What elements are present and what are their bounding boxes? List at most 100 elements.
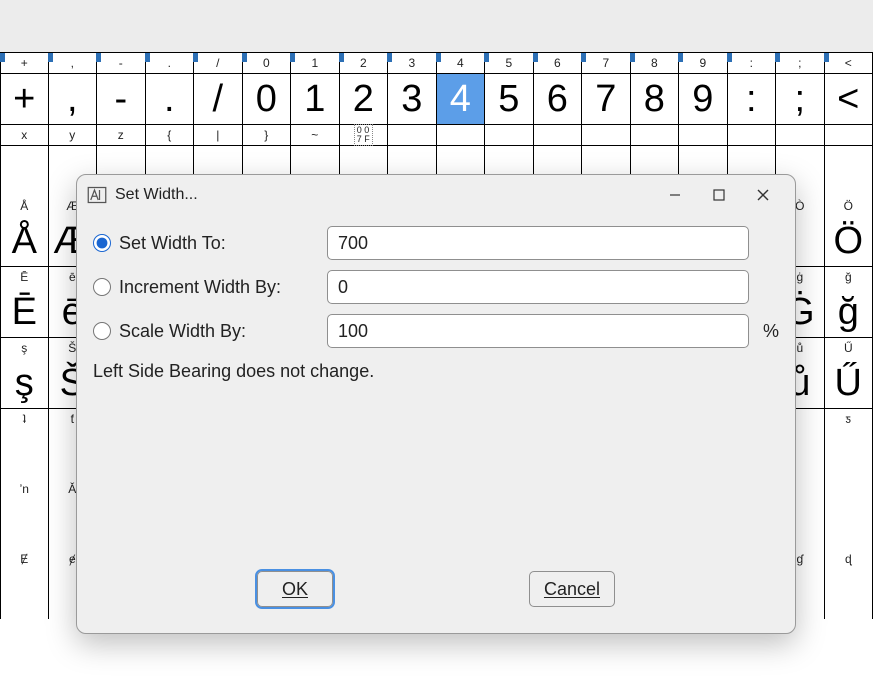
glyph-cell[interactable]: 8 [631,74,680,124]
glyph-cell[interactable]: 9 [679,74,728,124]
glyph-cell[interactable]: / [194,74,243,124]
glyph-cell[interactable]: 4 [437,74,486,124]
glyph-header-cell: ʼn [0,479,49,499]
glyph-header-cell: Ű [825,338,873,358]
glyph-header-cell [679,125,728,145]
glyph-header-cell: | [194,125,243,145]
note-text: Left Side Bearing does not change. [93,361,779,382]
glyph-header-cell: ʇ [0,409,49,429]
glyph-header-cell: 8 [631,53,680,73]
dialog-titlebar[interactable]: Set Width... [77,175,795,215]
glyph-header-cell: ~ [291,125,340,145]
minimize-button[interactable] [653,180,697,210]
glyph-header-cell [388,125,437,145]
glyph-header-cell: 5 [485,53,534,73]
glyph-cell[interactable] [825,569,873,619]
glyph-cell[interactable]: Ű [825,358,873,408]
glyph-cell[interactable]: ş [0,358,49,408]
glyph-header-cell: . [146,53,195,73]
increment-width-input[interactable] [327,270,749,304]
glyph-header-cell [534,125,583,145]
glyph-header-cell: x [0,125,49,145]
glyph-cell[interactable]: 5 [485,74,534,124]
ok-button[interactable]: OK [257,571,333,607]
glyph-cell[interactable]: 3 [388,74,437,124]
glyph-cell[interactable] [825,499,873,549]
glyph-cell[interactable]: ğ [825,287,873,337]
glyph-header-cell: 9 [679,53,728,73]
glyph-header-cell [485,125,534,145]
glyph-header-cell: 1 [291,53,340,73]
glyph-header-cell: 2 [340,53,389,73]
set-width-input[interactable] [327,226,749,260]
glyph-cell[interactable]: : [728,74,777,124]
glyph-header-cell [437,125,486,145]
glyph-header-cell: Ö [825,196,873,216]
glyph-cell[interactable]: 1 [291,74,340,124]
glyph-header-cell [825,125,873,145]
close-button[interactable] [741,180,785,210]
glyph-header-cell: 4 [437,53,486,73]
glyph-cell[interactable] [825,146,873,196]
glyph-header-cell [582,125,631,145]
glyph-header-cell: Å [0,196,49,216]
glyph-header-cell: < [825,53,873,73]
glyph-header-cell: z [97,125,146,145]
glyph-cell[interactable]: 6 [534,74,583,124]
glyph-cell[interactable]: + [0,74,49,124]
glyph-cell[interactable]: Ö [825,216,873,266]
glyph-cell[interactable]: , [49,74,98,124]
glyph-header-cell: ş [0,338,49,358]
glyph-header-cell: / [194,53,243,73]
glyph-cell[interactable]: ; [776,74,825,124]
glyph-cell[interactable] [0,146,49,196]
glyph-cell[interactable]: Ē [0,287,49,337]
glyph-header-cell [776,125,825,145]
set-width-radio[interactable] [93,234,111,252]
glyph-header-cell: Ē [0,267,49,287]
glyph-header-cell: y [49,125,98,145]
glyph-header-cell [728,125,777,145]
increment-width-radio[interactable] [93,278,111,296]
scale-width-input[interactable] [327,314,749,348]
glyph-cell[interactable]: < [825,74,873,124]
glyph-header-cell: , [49,53,98,73]
glyph-header-cell: 0 [243,53,292,73]
glyph-header-cell: 3 [388,53,437,73]
glyph-header-cell: ; [776,53,825,73]
glyph-header-cell: : [728,53,777,73]
glyph-cell[interactable] [0,569,49,619]
glyph-cell[interactable] [825,429,873,479]
glyph-cell[interactable]: Å [0,216,49,266]
glyph-header-cell: 7 [582,53,631,73]
dialog-body: Set Width To: Increment Width By: Scale … [77,215,795,382]
glyph-cell[interactable] [0,429,49,479]
glyph-header-cell: ƽ [825,409,873,429]
glyph-header-cell: { [146,125,195,145]
cancel-button[interactable]: Cancel [529,571,615,607]
glyph-cell[interactable]: 0 [243,74,292,124]
glyph-header-cell: Ɇ [0,549,49,569]
glyph-header-cell: 6 [534,53,583,73]
set-width-dialog: Set Width... Set Width To: Increment Wid… [76,174,796,634]
glyph-header-cell: ɖ [825,549,873,569]
scale-width-radio[interactable] [93,322,111,340]
glyph-header-cell: + [0,53,49,73]
app-background [0,0,873,52]
glyph-header-cell: ğ [825,267,873,287]
maximize-button[interactable] [697,180,741,210]
scale-width-label: Scale Width By: [119,321,319,342]
glyph-cell[interactable]: 2 [340,74,389,124]
glyph-cell[interactable] [0,499,49,549]
glyph-cell[interactable]: 7 [582,74,631,124]
glyph-header-cell: } [243,125,292,145]
glyph-header-cell [631,125,680,145]
glyph-header-cell: - [97,53,146,73]
glyph-header-cell: 0 0 7 F [340,125,389,145]
glyph-cell[interactable]: - [97,74,146,124]
glyph-cell[interactable]: . [146,74,195,124]
set-width-label: Set Width To: [119,233,319,254]
percent-label: % [757,321,779,342]
glyph-header-cell [825,479,873,499]
increment-width-label: Increment Width By: [119,277,319,298]
